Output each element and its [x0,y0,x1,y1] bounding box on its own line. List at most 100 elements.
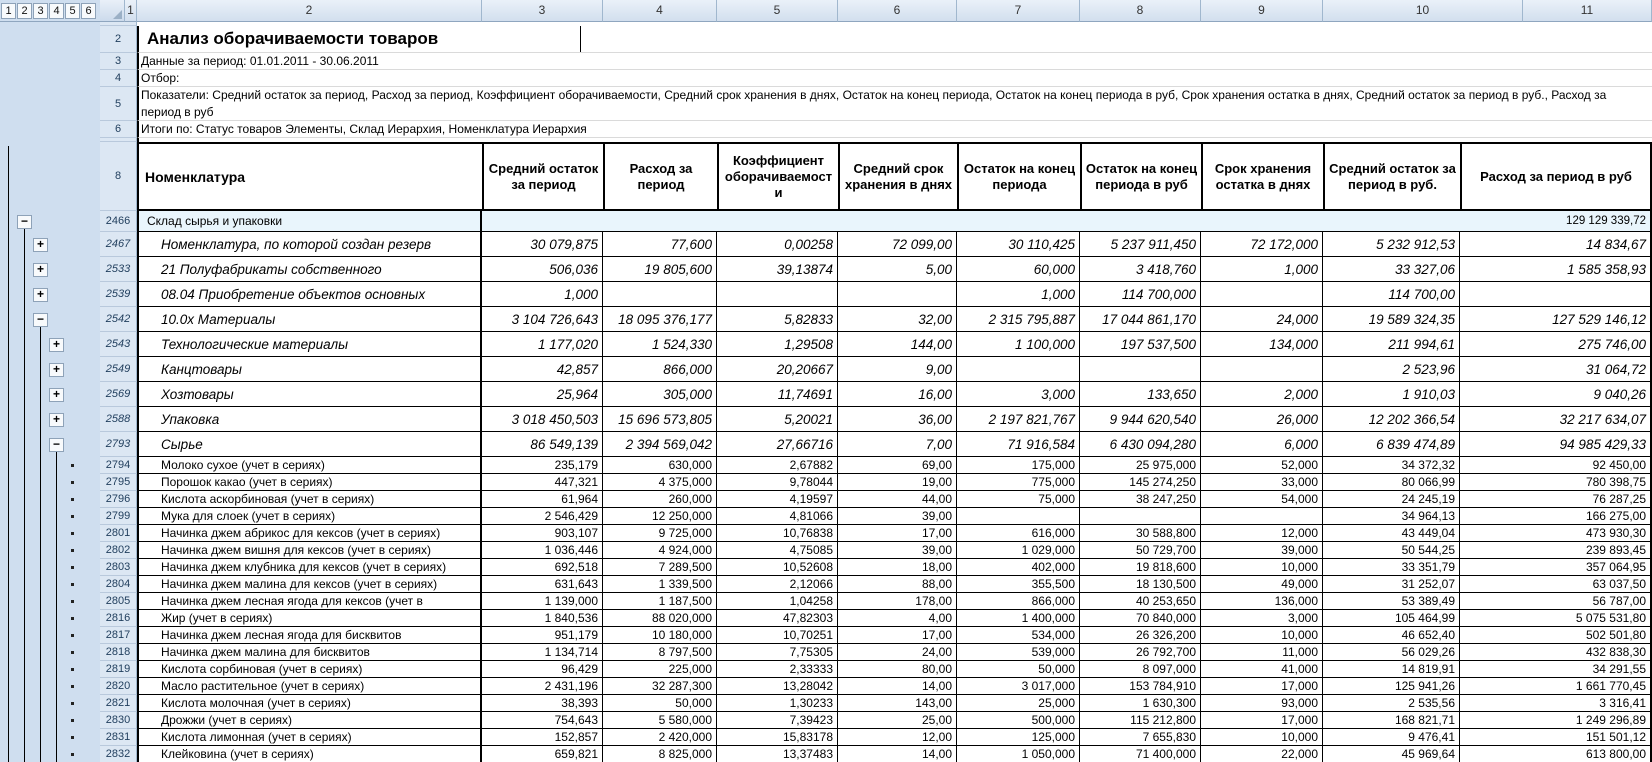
value-cell[interactable]: 9 040,26 [1460,382,1652,407]
value-cell[interactable] [717,282,838,307]
nomenclature-cell[interactable]: Начинка джем вишня для кексов (учет в се… [137,542,482,559]
value-cell[interactable]: 153 784,910 [1080,678,1201,695]
value-cell[interactable]: 56 787,00 [1460,593,1652,610]
table-column-header[interactable]: Средний остаток за период [482,142,603,211]
value-cell[interactable]: 613 800,00 [1460,746,1652,762]
row-header[interactable]: 2830 [100,712,137,729]
value-cell[interactable]: 10,70251 [717,627,838,644]
row-header[interactable]: 2799 [100,508,137,525]
value-cell[interactable]: 12,000 [1201,525,1323,542]
row-header[interactable]: 2831 [100,729,137,746]
expand-button-2549[interactable]: + [49,363,64,377]
value-cell[interactable]: 866,000 [603,357,717,382]
value-cell[interactable]: 2,12066 [717,576,838,593]
value-cell[interactable]: 7,75305 [717,644,838,661]
value-cell[interactable]: 33,000 [1201,474,1323,491]
row-header[interactable]: 2467 [100,232,137,257]
table-column-header[interactable]: Остаток на конец периода в руб [1080,142,1201,211]
value-cell[interactable]: 6 839 474,89 [1323,432,1460,457]
value-cell[interactable]: 260,000 [603,491,717,508]
value-cell[interactable]: 305,000 [603,382,717,407]
column-header-1[interactable]: 1 [125,0,137,22]
value-cell[interactable]: 2,33333 [717,661,838,678]
value-cell[interactable]: 8 097,000 [1080,661,1201,678]
value-cell[interactable]: 49,000 [1201,576,1323,593]
value-cell[interactable] [1201,282,1323,307]
row-header[interactable]: 2818 [100,644,137,661]
value-cell[interactable]: 1,30233 [717,695,838,712]
value-cell[interactable]: 178,00 [838,593,957,610]
nomenclature-cell[interactable]: Кислота лимонная (учет в сериях) [137,729,482,746]
value-cell[interactable] [957,508,1080,525]
value-cell[interactable]: 9,00 [838,357,957,382]
value-cell[interactable]: 26 326,200 [1080,627,1201,644]
value-cell[interactable]: 1,000 [482,282,603,307]
value-cell[interactable]: 2 523,96 [1323,357,1460,382]
value-cell[interactable]: 9 725,000 [603,525,717,542]
value-cell[interactable]: 69,00 [838,457,957,474]
outline-level-button-3[interactable]: 3 [33,3,48,19]
value-cell[interactable]: 31 252,07 [1323,576,1460,593]
report-title-cell[interactable]: Анализ оборачиваемости товаров [137,26,1652,53]
value-cell[interactable]: 1 661 770,45 [1460,678,1652,695]
value-cell[interactable]: 10,000 [1201,729,1323,746]
value-cell[interactable]: 1 177,020 [482,332,603,357]
value-cell[interactable]: 38,393 [482,695,603,712]
value-cell[interactable]: 14,00 [838,746,957,762]
value-cell[interactable]: 24 245,19 [1323,491,1460,508]
row-header[interactable]: 3 [100,53,137,70]
value-cell[interactable]: 26,000 [1201,407,1323,432]
column-header-8[interactable]: 8 [1080,0,1201,22]
outline-level-button-2[interactable]: 2 [17,3,32,19]
nomenclature-cell[interactable]: Начинка джем малина для кексов (учет в с… [137,576,482,593]
nomenclature-cell[interactable]: Канцтовары [137,357,482,382]
value-cell[interactable]: 6,000 [1201,432,1323,457]
table-column-header[interactable]: Остаток на конец периода [957,142,1080,211]
value-cell[interactable]: 25,964 [482,382,603,407]
value-cell[interactable]: 1 840,536 [482,610,603,627]
value-cell[interactable]: 692,518 [482,559,603,576]
value-cell[interactable]: 25 975,000 [1080,457,1201,474]
value-cell[interactable]: 1 910,03 [1323,382,1460,407]
value-cell[interactable]: 86 549,139 [482,432,603,457]
value-cell[interactable]: 133,650 [1080,382,1201,407]
value-cell[interactable]: 1 249 296,89 [1460,712,1652,729]
value-cell[interactable]: 903,107 [482,525,603,542]
row-header[interactable]: 2821 [100,695,137,712]
value-cell[interactable]: 22,000 [1201,746,1323,762]
value-cell[interactable]: 125 941,26 [1323,678,1460,695]
value-cell[interactable]: 25,000 [957,695,1080,712]
value-cell[interactable]: 175,000 [957,457,1080,474]
value-cell[interactable]: 616,000 [957,525,1080,542]
value-cell[interactable]: 1,29508 [717,332,838,357]
value-cell[interactable]: 54,000 [1201,491,1323,508]
row-header[interactable]: 2542 [100,307,137,332]
value-cell[interactable]: 166 275,00 [1460,508,1652,525]
value-cell[interactable]: 1 630,300 [1080,695,1201,712]
row-header[interactable]: 2804 [100,576,137,593]
value-cell[interactable]: 4 924,000 [603,542,717,559]
value-cell[interactable]: 71 400,000 [1080,746,1201,762]
nomenclature-cell[interactable]: Мука для слоек (учет в сериях) [137,508,482,525]
nomenclature-cell[interactable]: Сырье [137,432,482,457]
value-cell[interactable]: 5 237 911,450 [1080,232,1201,257]
value-cell[interactable]: 4,19597 [717,491,838,508]
nomenclature-cell[interactable]: Кислота молочная (учет в сериях) [137,695,482,712]
value-cell[interactable]: 432 838,30 [1460,644,1652,661]
value-cell[interactable]: 2 431,196 [482,678,603,695]
row-header[interactable]: 2533 [100,257,137,282]
nomenclature-cell[interactable]: Масло растительное (учет в сериях) [137,678,482,695]
value-cell[interactable]: 40 253,650 [1080,593,1201,610]
value-cell[interactable]: 5 075 531,80 [1460,610,1652,627]
value-cell[interactable]: 2 546,429 [482,508,603,525]
value-cell[interactable]: 211 994,61 [1323,332,1460,357]
value-cell[interactable]: 34 372,32 [1323,457,1460,474]
value-cell[interactable]: 63 037,50 [1460,576,1652,593]
value-cell[interactable]: 60,000 [957,257,1080,282]
row-header[interactable]: 2820 [100,678,137,695]
nomenclature-cell[interactable]: 10.0х Материалы [137,307,482,332]
column-header-2[interactable]: 2 [137,0,482,22]
value-cell[interactable]: 357 064,95 [1460,559,1652,576]
value-cell[interactable]: 50 544,25 [1323,542,1460,559]
table-column-header[interactable]: Средний остаток за период в руб. [1323,142,1460,211]
